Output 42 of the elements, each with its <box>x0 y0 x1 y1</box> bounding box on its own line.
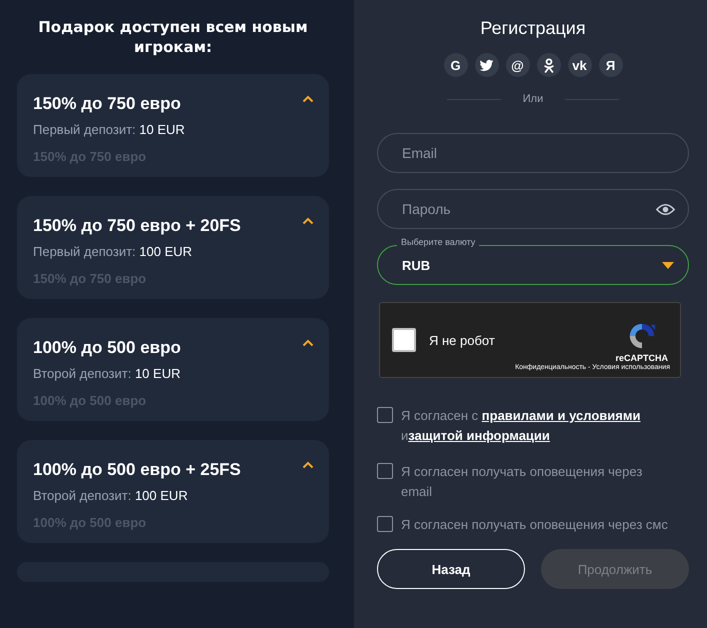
select-value: RUB <box>402 258 430 273</box>
social-login-button[interactable]: @ <box>506 53 530 77</box>
bonus-deposit: Первый депозит: 100 EUR <box>33 244 194 259</box>
email-field[interactable]: Email <box>377 133 689 173</box>
social-login-button[interactable] <box>536 53 560 77</box>
person-icon <box>542 58 554 72</box>
terms-link[interactable]: правилами и условиями <box>482 408 640 423</box>
agreement-text: Я согласен с <box>401 408 480 423</box>
bonus-deposit: Второй депозит: 10 EUR <box>33 366 182 381</box>
agreement-text: и <box>401 428 408 443</box>
bonus-title: 100% до 500 евро + 25FS <box>33 460 241 480</box>
bonus-title: 150% до 750 евро + 20FS <box>33 216 241 236</box>
chevron-icon[interactable] <box>302 461 314 469</box>
password-field[interactable]: Пароль <box>377 189 689 229</box>
social-login-button[interactable]: vk <box>568 53 592 77</box>
back-button[interactable]: Назад <box>377 549 525 589</box>
recaptcha-brand: reCAPTCHA <box>615 353 668 363</box>
dropdown-arrow-icon <box>662 262 674 268</box>
captcha-checkbox[interactable] <box>392 328 416 352</box>
social-login-button[interactable] <box>474 53 498 77</box>
social-login-button[interactable]: G <box>444 53 468 77</box>
terms-link[interactable]: защитой информации <box>408 428 550 443</box>
divider-label: Или <box>522 93 544 105</box>
promo-heading: Подарок доступен всем новым игрокам: <box>37 17 309 57</box>
social-login-button[interactable]: Я <box>598 53 622 77</box>
bonus-title: 150% до 750 евро <box>33 94 181 114</box>
eye-icon[interactable] <box>656 203 675 216</box>
captcha-label: Я не робот <box>429 332 496 348</box>
checkbox[interactable] <box>377 516 393 532</box>
bonus-deposit: Второй депозит: 100 EUR <box>33 488 189 503</box>
bonus-title: 100% до 500 евро <box>33 338 181 358</box>
field-label: Выберите валюту <box>397 237 480 247</box>
agreement-text: Я согласен получать оповещения через смс <box>401 517 668 532</box>
checkbox[interactable] <box>377 407 393 423</box>
chevron-icon[interactable] <box>302 95 314 103</box>
chevron-icon[interactable] <box>302 217 314 225</box>
form-title: Регистрация <box>480 18 586 39</box>
bonus-deposit: Первый депозит: 10 EUR <box>33 122 186 137</box>
checkbox[interactable] <box>377 463 393 479</box>
agreement-text: Я согласен получать оповещения через email <box>401 464 642 499</box>
bird-icon <box>479 58 494 72</box>
chevron-icon[interactable] <box>302 339 314 347</box>
